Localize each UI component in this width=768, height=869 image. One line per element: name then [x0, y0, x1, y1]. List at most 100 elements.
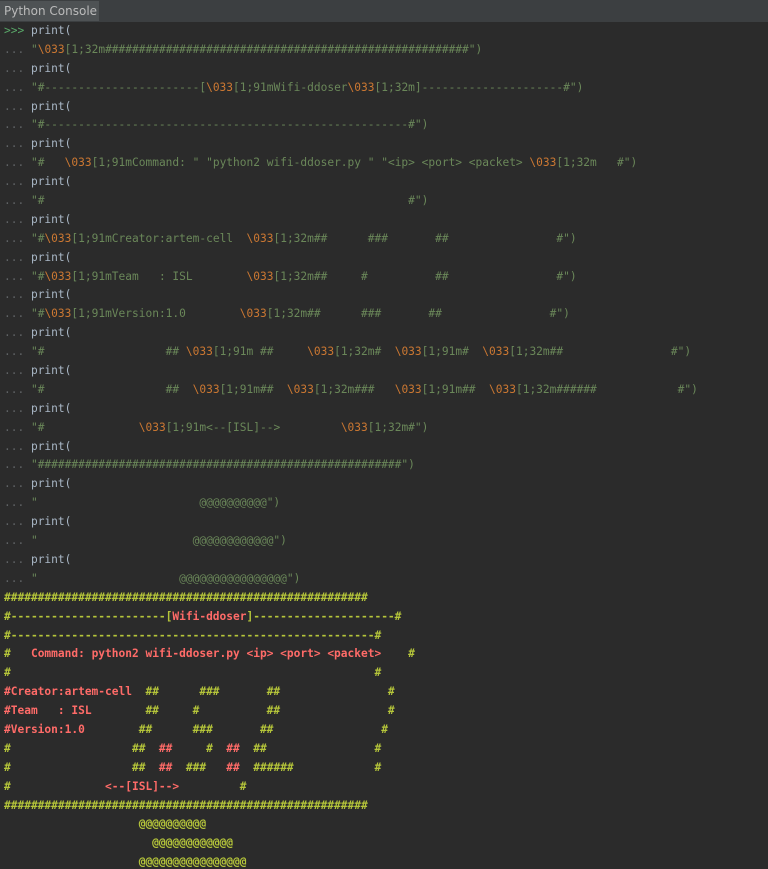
- continuation-prompt: ...: [4, 175, 25, 189]
- output-green-text: ]---------------------#: [246, 609, 402, 623]
- string-literal: [1;32m]---------------------#"): [374, 80, 584, 94]
- string-literal: [1;32m## ### ## #"): [266, 307, 570, 321]
- output-red-text: #Team : ISL: [4, 704, 92, 718]
- print-call: print(: [24, 364, 72, 378]
- escape-sequence: \033: [185, 345, 213, 359]
- output-green-text: @@@@@@@@@@: [4, 817, 207, 831]
- continuation-prompt: ...: [4, 326, 25, 340]
- string-literal: "#--------------------------------------…: [30, 118, 429, 132]
- string-literal: [1;91mCommand: " "python2 wifi-ddoser.py…: [91, 156, 530, 170]
- string-literal: " @@@@@@@@@@@@"): [30, 534, 287, 548]
- output-green-text: #: [4, 647, 31, 661]
- console-input-line: ... print(: [4, 211, 768, 230]
- escape-sequence: \033: [44, 231, 72, 245]
- console-input-line: ... print(: [4, 438, 768, 457]
- console-input-line: ... print(: [4, 286, 768, 305]
- string-literal: [1;91m#: [421, 345, 483, 359]
- console-input-line: ... "# ## \033[1;91m ## \033[1;32m# \033…: [4, 343, 768, 362]
- escape-sequence: \033: [239, 307, 267, 321]
- string-literal: [1;32m#: [334, 345, 395, 359]
- escape-sequence: \033: [394, 345, 422, 359]
- output-green-text: ## ### ## #: [84, 722, 388, 736]
- continuation-prompt: ...: [4, 250, 25, 264]
- continuation-prompt: ...: [4, 61, 25, 75]
- string-literal: [1;32m###: [313, 382, 395, 396]
- console-output-line: # #: [4, 664, 768, 683]
- output-green-text: ###: [172, 760, 227, 774]
- escape-sequence: \033: [246, 269, 274, 283]
- escape-sequence: \033: [347, 80, 375, 94]
- output-red-text: ##: [158, 760, 173, 774]
- console-input-line: ... "#\033[1;91mTeam : ISL \033[1;32m## …: [4, 268, 768, 287]
- output-green-text: ###### #: [239, 760, 382, 774]
- escape-sequence: \033: [206, 80, 234, 94]
- string-literal: [1;91mCreator:artem-cell: [71, 231, 247, 245]
- console-input-line: ... "# \033[1;91mCommand: " "python2 wif…: [4, 154, 768, 173]
- continuation-prompt: ...: [4, 496, 31, 510]
- console-output-line: #---------------------------------------…: [4, 627, 768, 646]
- escape-sequence: \033: [286, 382, 314, 396]
- console-output-line: #Version:1.0 ## ### ## #: [4, 721, 768, 740]
- output-red-text: ##: [158, 741, 173, 755]
- output-green-text: #-----------------------[: [4, 609, 173, 623]
- string-literal: [1;32m## #"): [509, 345, 692, 359]
- console-input-line: ... "#\033[1;91mCreator:artem-cell \033[…: [4, 230, 768, 249]
- string-literal: [1;32m#"): [367, 420, 429, 434]
- string-literal: [1;91m<--[ISL]-->: [165, 420, 341, 434]
- output-red-text: #Creator:artem-cell: [4, 685, 132, 699]
- console-input-line: ... "# #"): [4, 192, 768, 211]
- escape-sequence: \033: [64, 156, 92, 170]
- continuation-prompt: ...: [4, 345, 31, 359]
- string-literal: "#: [30, 269, 45, 283]
- console-output-line: # Command: python2 wifi-ddoser.py <ip> <…: [4, 645, 768, 664]
- string-literal: "#-----------------------[: [30, 80, 207, 94]
- continuation-prompt: ...: [4, 307, 31, 321]
- continuation-prompt: ...: [4, 515, 25, 529]
- output-green-text: # #: [4, 666, 382, 680]
- string-literal: " @@@@@@@@@@"): [30, 496, 281, 510]
- console-output-line: # <--[ISL]--> #: [4, 778, 768, 797]
- console-input-line: ... " @@@@@@@@@@@@@@@@"): [4, 570, 768, 589]
- output-green-text: #---------------------------------------…: [4, 628, 382, 642]
- continuation-prompt: ...: [4, 269, 31, 283]
- console-input-line: ... "\033[1;32m#########################…: [4, 41, 768, 60]
- string-literal: "#######################################…: [30, 458, 415, 472]
- console-input-line: ... print(: [4, 135, 768, 154]
- escape-sequence: \033: [529, 156, 557, 170]
- string-literal: "# #"): [30, 194, 429, 208]
- escape-sequence: \033: [489, 382, 516, 396]
- string-literal: [1;91mVersion:1.0: [71, 307, 240, 321]
- continuation-prompt: ...: [4, 231, 31, 245]
- string-literal: [1;91mTeam : ISL: [71, 269, 247, 283]
- continuation-prompt: ...: [4, 477, 25, 491]
- output-green-text: #: [381, 647, 415, 661]
- output-green-text: #: [179, 779, 247, 793]
- python-console[interactable]: >>> print(... "\033[1;32m###############…: [4, 22, 768, 869]
- string-literal: "#: [30, 231, 45, 245]
- print-call: print(: [24, 401, 72, 415]
- escape-sequence: \033: [394, 382, 422, 396]
- tab-python-console[interactable]: Python Console: [0, 1, 100, 21]
- continuation-prompt: ...: [4, 420, 31, 434]
- console-input-line: ... " @@@@@@@@@@@@"): [4, 532, 768, 551]
- string-literal: [1;32m## ### ## #"): [273, 231, 577, 245]
- console-input-line: ... "#\033[1;91mVersion:1.0 \033[1;32m##…: [4, 305, 768, 324]
- console-history: >>> print(... "\033[1;32m###############…: [4, 22, 768, 589]
- continuation-prompt: ...: [4, 458, 31, 472]
- escape-sequence: \033: [340, 420, 368, 434]
- console-output-line: #Team : ISL ## # ## #: [4, 702, 768, 721]
- output-green-text: @@@@@@@@@@@@@@@@: [4, 855, 247, 869]
- continuation-prompt: ...: [4, 401, 25, 415]
- console-input-line: ... print(: [4, 98, 768, 117]
- continuation-prompt: ...: [4, 439, 25, 453]
- console-input-line: ... print(: [4, 475, 768, 494]
- escape-sequence: \033: [307, 345, 335, 359]
- escape-sequence: \033: [482, 345, 510, 359]
- console-input-line: ... "# \033[1;91m<--[ISL]--> \033[1;32m#…: [4, 419, 768, 438]
- string-literal: "# ##: [30, 382, 193, 396]
- continuation-prompt: ...: [4, 80, 31, 94]
- continuation-prompt: ...: [4, 288, 25, 302]
- console-input-line: ... "# ## \033[1;91m## \033[1;32m### \03…: [4, 381, 768, 400]
- continuation-prompt: ...: [4, 571, 31, 585]
- output-green-text: ## #: [239, 741, 382, 755]
